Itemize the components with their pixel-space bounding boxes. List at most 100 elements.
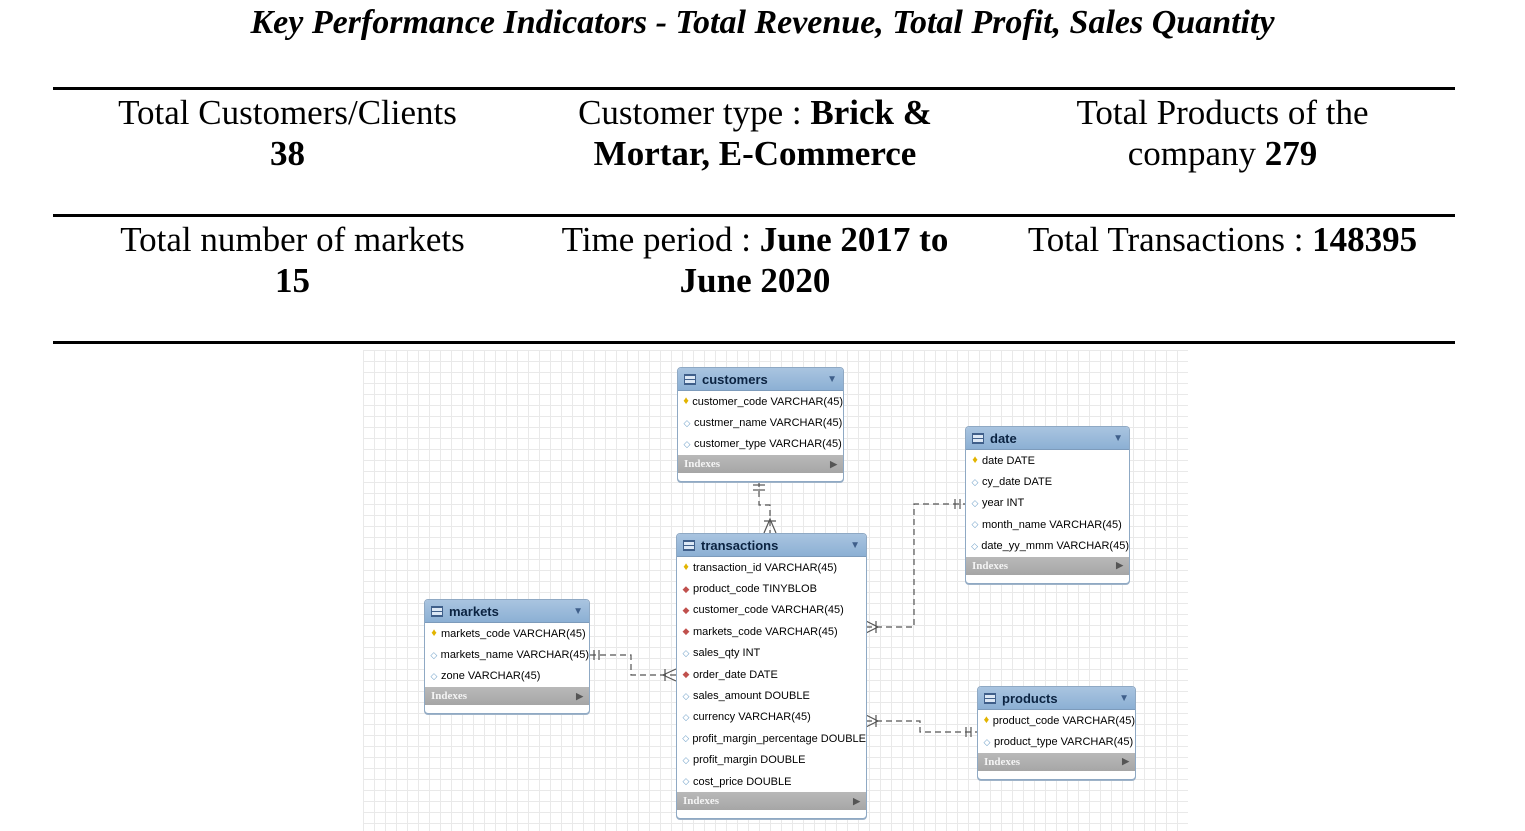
kpi-value-line1: June 2017 to <box>759 220 949 259</box>
attribute-icon: ◇ <box>971 497 979 508</box>
column-label: markets_name VARCHAR(45) <box>440 649 589 662</box>
divider-middle <box>53 214 1455 217</box>
table-column[interactable]: ♦ markets_code VARCHAR(45) <box>425 623 589 644</box>
table-column[interactable]: ◆ customer_code VARCHAR(45) <box>677 600 866 621</box>
indexes-section[interactable]: Indexes ▶ <box>425 687 589 706</box>
collapse-arrow-icon[interactable]: ▼ <box>1113 433 1123 444</box>
column-label: customer_type VARCHAR(45) <box>694 438 842 451</box>
table-column[interactable]: ◇ cy_date DATE <box>966 471 1129 492</box>
table-icon <box>683 539 695 551</box>
expand-arrow-icon[interactable]: ▶ <box>830 459 837 470</box>
table-icon <box>684 373 696 385</box>
kpi-value-line1: Brick & <box>810 93 932 132</box>
transactions-table[interactable]: transactions ▼ ♦ transaction_id VARCHAR(4… <box>676 533 867 819</box>
table-column[interactable]: ◇ customer_type VARCHAR(45) <box>678 434 843 455</box>
table-column[interactable]: ◆ order_date DATE <box>677 664 866 685</box>
collapse-arrow-icon[interactable]: ▼ <box>573 606 583 617</box>
date-table[interactable]: date ▼ ♦ date DATE ◇ cy_date DATE ◇ year IN… <box>965 426 1130 584</box>
table-column[interactable]: ◇ product_type VARCHAR(45) <box>978 731 1135 752</box>
table-header[interactable]: transactions ▼ <box>677 534 866 557</box>
foreign-key-icon: ◆ <box>682 583 690 594</box>
attribute-icon: ◇ <box>683 438 691 449</box>
kpi-value: 15 <box>275 261 310 300</box>
table-header[interactable]: markets ▼ <box>425 600 589 623</box>
attribute-icon: ◇ <box>430 670 438 681</box>
column-label: product_code VARCHAR(45) <box>992 714 1135 727</box>
table-column[interactable]: ◇ markets_name VARCHAR(45) <box>425 644 589 665</box>
collapse-arrow-icon[interactable]: ▼ <box>1119 693 1129 704</box>
products-table[interactable]: products ▼ ♦ product_code VARCHAR(45) ◇ pr… <box>977 686 1136 780</box>
column-label: markets_code VARCHAR(45) <box>693 625 838 638</box>
table-column[interactable]: ◇ cost_price DOUBLE <box>677 771 866 792</box>
column-label: custmer_name VARCHAR(45) <box>694 417 843 430</box>
kpi-value-line2: June 2020 <box>679 261 831 300</box>
attribute-icon: ◇ <box>971 476 979 487</box>
table-column[interactable]: ◆ product_code TINYBLOB <box>677 578 866 599</box>
table-column[interactable]: ◇ custmer_name VARCHAR(45) <box>678 412 843 433</box>
table-column[interactable]: ◇ zone VARCHAR(45) <box>425 666 589 687</box>
column-label: product_type VARCHAR(45) <box>994 736 1134 749</box>
table-icon <box>972 432 984 444</box>
table-icon <box>984 692 996 704</box>
indexes-section[interactable]: Indexes ▶ <box>978 752 1135 771</box>
table-column[interactable]: ♦ product_code VARCHAR(45) <box>978 710 1135 731</box>
column-label: profit_margin DOUBLE <box>693 754 806 767</box>
table-column[interactable]: ◇ profit_margin_percentage DOUBLE <box>677 728 866 749</box>
column-label: date DATE <box>982 454 1035 467</box>
attribute-icon: ◇ <box>971 519 979 530</box>
attribute-icon: ◇ <box>983 736 991 747</box>
kpi-customer-type: Customer type : Brick & Mortar, E-Commer… <box>520 92 990 174</box>
indexes-section[interactable]: Indexes ▶ <box>678 455 843 474</box>
collapse-arrow-icon[interactable]: ▼ <box>850 540 860 551</box>
indexes-section[interactable]: Indexes ▶ <box>966 556 1129 575</box>
table-column[interactable]: ♦ transaction_id VARCHAR(45) <box>677 557 866 578</box>
table-column[interactable]: ◇ sales_amount DOUBLE <box>677 685 866 706</box>
table-column[interactable]: ◇ year INT <box>966 493 1129 514</box>
table-column[interactable]: ♦ customer_code VARCHAR(45) <box>678 391 843 412</box>
expand-arrow-icon[interactable]: ▶ <box>576 691 583 702</box>
kpi-label: Total Transactions : <box>1027 220 1313 259</box>
primary-key-icon: ♦ <box>683 395 689 408</box>
indexes-section[interactable]: Indexes ▶ <box>677 792 866 811</box>
column-label: profit_margin_percentage DOUBLE <box>692 732 866 745</box>
column-label: sales_qty INT <box>693 647 761 660</box>
kpi-value: 38 <box>270 134 305 173</box>
customers-table[interactable]: customers ▼ ♦ customer_code VARCHAR(45) ◇… <box>677 367 844 482</box>
expand-arrow-icon[interactable]: ▶ <box>1122 756 1129 767</box>
kpi-label: Time period : <box>561 220 760 259</box>
attribute-icon: ◇ <box>682 776 690 787</box>
attribute-icon: ◇ <box>430 649 438 660</box>
table-column[interactable]: ◇ date_yy_mmm VARCHAR(45) <box>966 536 1129 557</box>
primary-key-icon: ♦ <box>983 714 990 727</box>
table-name: products <box>1002 690 1058 706</box>
column-label: cost_price DOUBLE <box>693 775 792 788</box>
attribute-icon: ◇ <box>683 417 691 428</box>
table-column[interactable]: ◇ currency VARCHAR(45) <box>677 707 866 728</box>
column-label: customer_code VARCHAR(45) <box>693 604 844 617</box>
indexes-label: Indexes <box>972 559 1009 572</box>
kpi-total-transactions: Total Transactions : 148395 <box>1000 219 1445 260</box>
markets-table[interactable]: markets ▼ ♦ markets_code VARCHAR(45) ◇ mar… <box>424 599 590 714</box>
column-label: month_name VARCHAR(45) <box>982 518 1122 531</box>
kpi-value: 279 <box>1264 134 1318 173</box>
table-header[interactable]: products ▼ <box>978 687 1135 710</box>
table-header[interactable]: customers ▼ <box>678 368 843 391</box>
table-column[interactable]: ◆ markets_code VARCHAR(45) <box>677 621 866 642</box>
expand-arrow-icon[interactable]: ▶ <box>1116 560 1123 571</box>
table-column[interactable]: ◇ sales_qty INT <box>677 643 866 664</box>
page-title: Key Performance Indicators - Total Reven… <box>250 4 1275 41</box>
kpi-time-period: Time period : June 2017 to June 2020 <box>520 219 990 301</box>
attribute-icon: ◇ <box>682 690 690 701</box>
primary-key-icon: ♦ <box>431 627 437 640</box>
kpi-label: Total number of markets <box>120 220 465 259</box>
kpi-value: 148395 <box>1312 220 1418 259</box>
table-icon <box>431 605 443 617</box>
table-header[interactable]: date ▼ <box>966 427 1129 450</box>
table-column[interactable]: ♦ date DATE <box>966 450 1129 471</box>
expand-arrow-icon[interactable]: ▶ <box>853 796 860 807</box>
table-column[interactable]: ◇ profit_margin DOUBLE <box>677 750 866 771</box>
table-column[interactable]: ◇ month_name VARCHAR(45) <box>966 514 1129 535</box>
collapse-arrow-icon[interactable]: ▼ <box>827 374 837 385</box>
table-name: transactions <box>701 537 779 553</box>
kpi-total-customers: Total Customers/Clients 38 <box>80 92 495 174</box>
